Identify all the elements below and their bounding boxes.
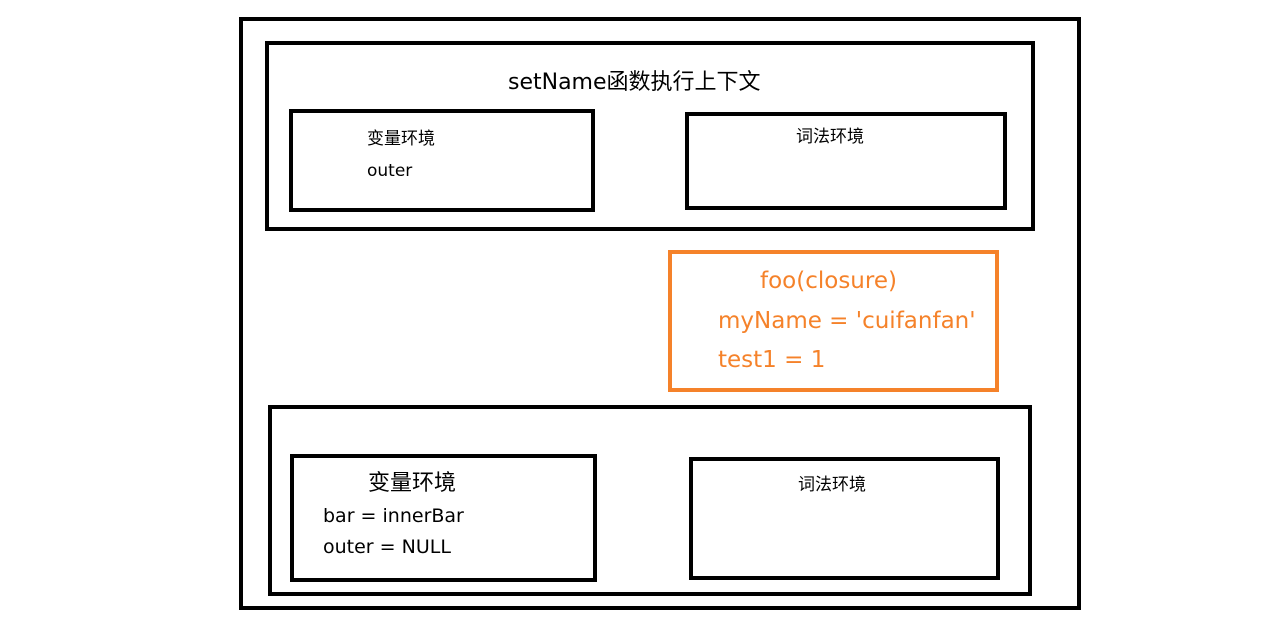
bottom-variable-entry-bar: bar = innerBar [323,505,464,527]
setname-variable-environment [289,109,595,212]
closure-title: foo(closure) [760,268,897,294]
closure-entry-myname: myName = 'cuifanfan' [718,308,976,334]
closure-entry-test1: test1 = 1 [718,347,826,373]
bottom-variable-entry-outer: outer = NULL [323,536,451,558]
setname-variable-env-label: 变量环境 [367,129,435,149]
setname-variable-entry-outer: outer [367,161,413,181]
setname-context-title: setName函数执行上下文 [508,70,761,95]
setname-lexical-env-label: 词法环境 [796,127,864,147]
bottom-lexical-env-label: 词法环境 [798,475,866,495]
bottom-variable-env-label: 变量环境 [368,471,457,496]
